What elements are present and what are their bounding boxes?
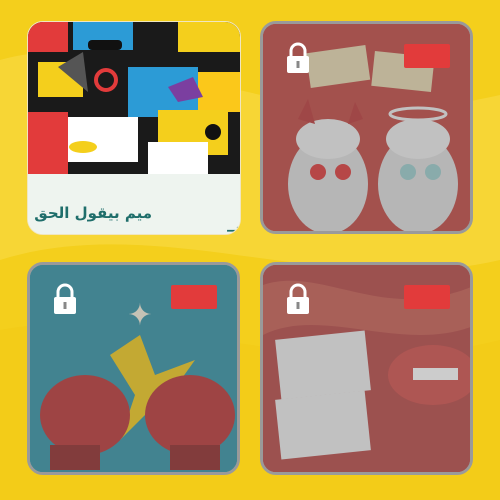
- lock-icon: [287, 42, 309, 73]
- sticker-pack-card-stars[interactable]: ✦: [27, 262, 240, 475]
- status-badge: [404, 44, 450, 68]
- status-badge: [171, 285, 217, 309]
- lock-icon: [287, 283, 309, 314]
- status-badge: [404, 285, 450, 309]
- lock-icon: [54, 283, 76, 314]
- pack-artwork: [28, 22, 240, 174]
- sticker-pack-card-price[interactable]: [260, 21, 473, 234]
- sticker-pack-card-meme[interactable]: ميم بيقول الحق →: [27, 21, 241, 235]
- sticker-pack-card-empty-talk[interactable]: [260, 262, 473, 475]
- pack-title: ميم بيقول الحق: [34, 204, 152, 222]
- arrow-right-icon[interactable]: →: [226, 220, 240, 234]
- svg-text:✦: ✦: [127, 298, 152, 333]
